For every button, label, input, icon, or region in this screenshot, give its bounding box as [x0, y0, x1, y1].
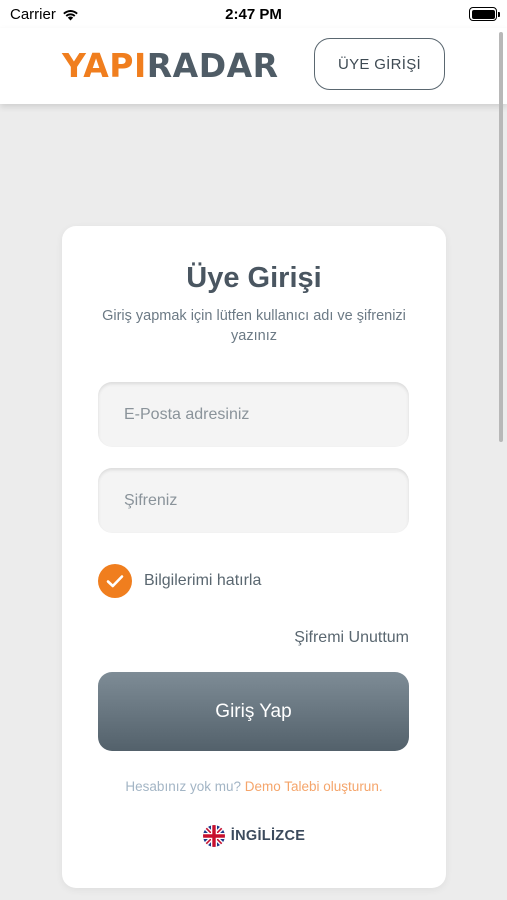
app-header: YAPIRADAR ÜYE GİRİŞİ [0, 28, 507, 104]
email-input[interactable] [98, 382, 409, 447]
page-subtitle: Giriş yapmak için lütfen kullanıcı adı v… [102, 308, 406, 344]
language-switch[interactable]: İNGİLİZCE [62, 825, 446, 847]
remember-label: Bilgilerimi hatırla [144, 572, 262, 589]
signup-question: Hesabınız yok mu? [125, 779, 241, 794]
checkmark-icon [106, 575, 124, 588]
scrollbar[interactable] [499, 32, 503, 442]
login-button[interactable]: Giriş Yap [98, 672, 409, 751]
remember-me[interactable]: Bilgilerimi hatırla [98, 564, 261, 598]
language-label: İNGİLİZCE [230, 828, 306, 844]
logo-radar: RADAR [146, 46, 279, 85]
uk-flag-icon [202, 825, 225, 847]
login-card: Üye Girişi Giriş yapmak için lütfen kull… [62, 226, 446, 888]
logo-yapi: YAPI [62, 46, 147, 85]
forgot-password-link[interactable]: Şifremi Unuttum [294, 629, 409, 647]
member-login-button[interactable]: ÜYE GİRİŞİ [314, 38, 445, 90]
status-bar: Carrier 2:47 PM [0, 0, 507, 28]
page-title: Üye Girişi [186, 262, 322, 294]
demo-request-link[interactable]: Demo Talebi oluşturun. [245, 779, 383, 794]
logo[interactable]: YAPIRADAR [62, 46, 279, 85]
remember-checkbox[interactable] [98, 564, 132, 598]
signup-line: Hesabınız yok mu? Demo Talebi oluşturun. [62, 779, 446, 794]
battery-icon [469, 7, 500, 21]
status-time: 2:47 PM [225, 6, 282, 23]
password-input[interactable] [98, 468, 409, 533]
